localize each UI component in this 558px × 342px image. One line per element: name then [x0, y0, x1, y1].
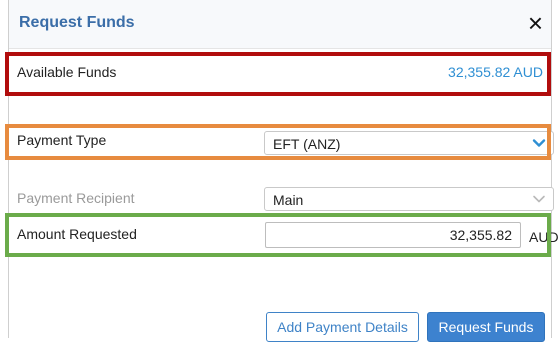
dialog-header: Request Funds × — [9, 0, 551, 49]
dialog-title: Request Funds — [19, 14, 135, 31]
payment-recipient-selected: Main — [273, 192, 304, 208]
amount-requested-highlight — [5, 213, 551, 257]
payment-type-highlight — [5, 124, 551, 160]
chevron-down-icon — [533, 195, 545, 203]
available-funds-highlight — [5, 52, 551, 96]
request-funds-dialog: Request Funds × Available Funds 32,355.8… — [8, 0, 558, 342]
close-icon[interactable]: × — [528, 10, 543, 36]
payment-recipient-select[interactable]: Main — [264, 187, 554, 211]
payment-recipient-label: Payment Recipient — [17, 190, 135, 206]
